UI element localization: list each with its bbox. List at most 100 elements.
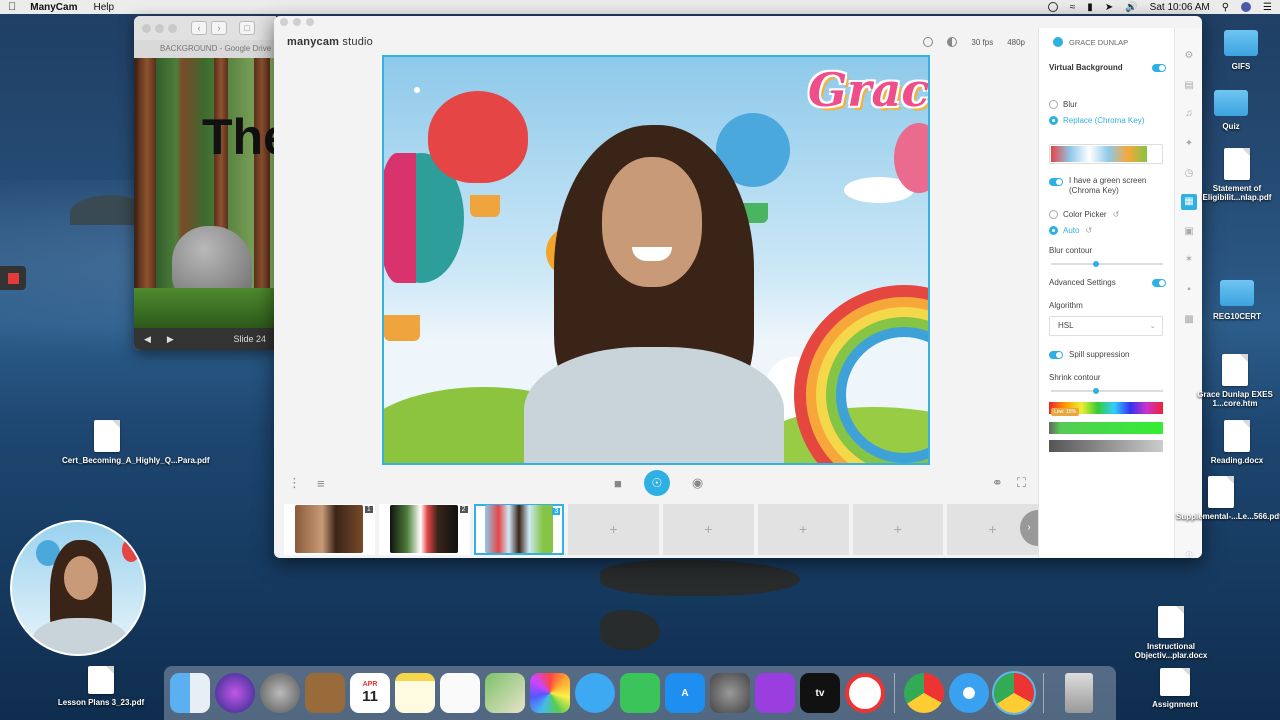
reset-icon[interactable]: ↺ bbox=[1113, 210, 1120, 219]
close-window-icon[interactable] bbox=[142, 23, 151, 33]
reset-icon[interactable]: ↺ bbox=[1085, 226, 1092, 235]
menu-app-name[interactable]: ManyCam bbox=[30, 2, 77, 13]
stop-recording-button[interactable] bbox=[0, 266, 26, 290]
preset-slot[interactable]: 2 bbox=[378, 503, 470, 555]
photos-icon[interactable] bbox=[530, 673, 570, 713]
launchpad-icon[interactable] bbox=[260, 673, 300, 713]
menu-help[interactable]: Help bbox=[94, 2, 115, 13]
safari-icon[interactable] bbox=[949, 673, 989, 713]
gdrive-tab-title[interactable]: BACKGROUND - Google Drive bbox=[134, 40, 276, 58]
preset-slot[interactable]: 1 bbox=[284, 503, 375, 555]
image-icon[interactable]: ▣ bbox=[1181, 224, 1197, 240]
video-camera-icon[interactable]: ■ bbox=[614, 476, 622, 491]
playlist-icon[interactable]: ≡ bbox=[317, 476, 325, 491]
desktop-file-cert[interactable]: Cert_Becoming_A_Highly_Q...Para.pdf bbox=[62, 420, 210, 465]
settings-gear-icon[interactable]: ⚙ bbox=[1181, 48, 1197, 64]
desktop-folder-quiz[interactable]: Quiz bbox=[1186, 86, 1276, 131]
finder-icon[interactable] bbox=[170, 673, 210, 713]
user-avatar-icon[interactable] bbox=[1241, 2, 1252, 12]
screen-record-icon[interactable] bbox=[1047, 2, 1058, 12]
fullscreen-icon[interactable]: ⛶ bbox=[1017, 475, 1026, 491]
virtual-background-toggle[interactable] bbox=[1152, 63, 1166, 72]
messages-icon[interactable] bbox=[575, 673, 615, 713]
desktop-file-reading[interactable]: Reading.docx bbox=[1192, 420, 1280, 465]
lightness-range-bar[interactable] bbox=[1049, 440, 1163, 452]
system-preferences-icon[interactable] bbox=[710, 673, 750, 713]
microphone-icon[interactable]: ⚭ bbox=[992, 475, 1003, 491]
podcasts-icon[interactable] bbox=[755, 673, 795, 713]
desktop-folder-reg10cert[interactable]: REG10CERT bbox=[1192, 276, 1280, 321]
auto-option[interactable]: Auto ↺ bbox=[1049, 226, 1166, 235]
search-icon[interactable]: ⚲ bbox=[1222, 2, 1229, 13]
screencastify-icon[interactable] bbox=[845, 673, 885, 713]
trash-icon[interactable] bbox=[1065, 673, 1093, 713]
chrome-canary-icon[interactable] bbox=[994, 673, 1034, 713]
color-picker-option[interactable]: Color Picker ↺ bbox=[1049, 210, 1166, 219]
replace-radio[interactable] bbox=[1049, 116, 1058, 125]
chrome-icon[interactable] bbox=[904, 673, 944, 713]
minimize-window-icon[interactable] bbox=[155, 23, 164, 33]
contacts-icon[interactable] bbox=[305, 673, 345, 713]
blur-radio[interactable] bbox=[1049, 100, 1058, 109]
spill-suppression-toggle[interactable] bbox=[1049, 350, 1063, 359]
minimize-window-icon[interactable] bbox=[293, 18, 301, 26]
volume-icon[interactable]: 🔊 bbox=[1125, 2, 1137, 13]
zoom-icon[interactable] bbox=[923, 37, 934, 47]
shrink-contour-slider[interactable] bbox=[1051, 388, 1163, 394]
add-preset-button[interactable]: + bbox=[663, 503, 754, 555]
saturation-range-bar[interactable] bbox=[1049, 422, 1163, 434]
broadcast-button[interactable]: ☉ bbox=[643, 470, 670, 496]
blur-contour-slider[interactable] bbox=[1051, 261, 1163, 267]
replace-option[interactable]: Replace (Chroma Key) bbox=[1049, 116, 1166, 125]
brightness-icon[interactable] bbox=[947, 37, 958, 47]
calendar-icon[interactable]: APR 11 bbox=[350, 673, 390, 713]
algorithm-select[interactable]: HSL ⌄ bbox=[1049, 316, 1163, 336]
green-screen-toggle[interactable] bbox=[1049, 178, 1063, 186]
menu-clock[interactable]: Sat 10:06 AM bbox=[1150, 2, 1210, 13]
app-store-icon[interactable]: A bbox=[665, 673, 705, 713]
previous-slide-icon[interactable]: ◀ bbox=[144, 334, 151, 345]
webcam-bubble[interactable] bbox=[10, 520, 146, 656]
notes-icon[interactable] bbox=[395, 673, 435, 713]
desktop-file-lesson-plans[interactable]: Lesson Plans 3_23.pdf bbox=[56, 666, 146, 707]
play-icon[interactable]: ▶ bbox=[167, 334, 174, 345]
slider-knob[interactable] bbox=[1093, 261, 1099, 267]
fps-setting[interactable]: 30 fps bbox=[971, 38, 993, 47]
close-window-icon[interactable] bbox=[280, 18, 288, 26]
apple-tv-icon[interactable]: tv bbox=[800, 673, 840, 713]
user-header[interactable]: GRACE DUNLAP bbox=[1039, 28, 1174, 56]
color-picker-radio[interactable] bbox=[1049, 210, 1058, 219]
battery-icon[interactable]: ▮ bbox=[1087, 2, 1093, 13]
siri-icon[interactable] bbox=[215, 673, 255, 713]
add-preset-button[interactable]: + bbox=[568, 503, 660, 555]
desktop-file-statement[interactable]: Statement of Eligibilit...nlap.pdf bbox=[1192, 148, 1280, 202]
desktop-file-supplemental[interactable]: Supplemental-...Le...566.pdf bbox=[1176, 476, 1280, 521]
sidebar-toggle-icon[interactable]: □ bbox=[239, 21, 255, 35]
wifi-icon[interactable]: ≈ bbox=[1070, 2, 1076, 13]
more-options-icon[interactable]: ⋮ bbox=[288, 475, 301, 491]
zoom-window-icon[interactable] bbox=[306, 18, 314, 26]
forward-button[interactable]: › bbox=[211, 21, 227, 35]
maps-icon[interactable] bbox=[485, 673, 525, 713]
info-icon[interactable]: ⓘ bbox=[1181, 548, 1197, 558]
location-icon[interactable]: ➤ bbox=[1105, 2, 1113, 13]
back-button[interactable]: ‹ bbox=[191, 21, 207, 35]
control-center-icon[interactable]: ☰ bbox=[1263, 2, 1272, 13]
auto-radio[interactable] bbox=[1049, 226, 1058, 235]
reminders-icon[interactable] bbox=[440, 673, 480, 713]
facetime-icon[interactable] bbox=[620, 673, 660, 713]
name-overlay[interactable]: Grace bbox=[808, 63, 928, 117]
advanced-settings-toggle[interactable] bbox=[1152, 278, 1166, 287]
zoom-window-icon[interactable] bbox=[168, 23, 177, 33]
video-preview[interactable]: Grace bbox=[382, 55, 930, 465]
apple-logo-icon[interactable]:  bbox=[8, 1, 16, 13]
preset-slot-active[interactable]: 3 bbox=[473, 503, 565, 555]
add-preset-button[interactable]: + bbox=[852, 503, 944, 555]
desktop-folder-gifs[interactable]: GIFS bbox=[1196, 26, 1280, 71]
add-preset-button[interactable]: + bbox=[757, 503, 849, 555]
background-image-select[interactable] bbox=[1049, 144, 1163, 164]
desktop-file-instructional[interactable]: Instructional Objectiv...plar.docx bbox=[1126, 606, 1216, 660]
slider-knob[interactable] bbox=[1093, 388, 1099, 394]
blur-option[interactable]: Blur bbox=[1049, 100, 1166, 109]
magic-wand-icon[interactable]: ✶ bbox=[1181, 252, 1197, 268]
